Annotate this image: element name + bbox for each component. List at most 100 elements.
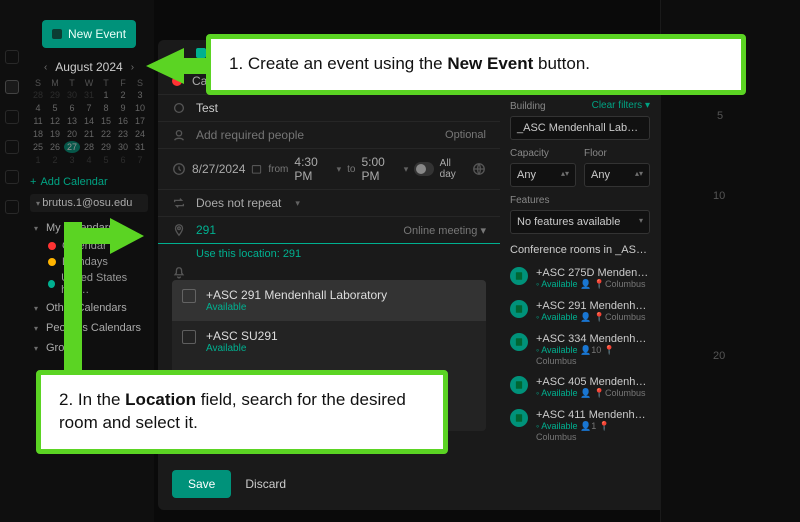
conference-room[interactable]: +ASC 334 Mendenhall Laborato◦ Available … xyxy=(510,328,650,371)
location-suggestion[interactable]: +ASC SU291Available xyxy=(172,321,486,362)
mini-day[interactable]: 13 xyxy=(64,115,80,127)
conference-room[interactable]: +ASC 291 Mendenhall Laborato◦ Available … xyxy=(510,295,650,328)
mini-day[interactable]: 6 xyxy=(64,102,80,114)
title-icon xyxy=(172,101,186,115)
people-icon[interactable] xyxy=(5,110,19,124)
features-select[interactable]: No features available ▾ xyxy=(510,210,650,234)
room-icon xyxy=(182,330,196,344)
mini-day[interactable]: 4 xyxy=(30,102,46,114)
capacity-label: Capacity xyxy=(510,148,576,159)
conference-room[interactable]: +ASC 275D Mendenhall Laborat◦ Available … xyxy=(510,262,650,295)
mini-day[interactable]: 5 xyxy=(98,154,114,166)
people-input[interactable] xyxy=(196,128,435,142)
mini-day[interactable]: 3 xyxy=(132,89,148,101)
mini-day[interactable]: 7 xyxy=(81,102,97,114)
mini-day[interactable]: 3 xyxy=(64,154,80,166)
mini-day[interactable]: 11 xyxy=(30,115,46,127)
mini-day[interactable]: 12 xyxy=(47,115,63,127)
floor-select[interactable]: Any ▴▾ xyxy=(584,163,650,187)
mini-day[interactable]: 29 xyxy=(98,141,114,153)
tree-group[interactable]: ▾Groups xyxy=(30,338,148,358)
tree-calendar[interactable]: United States holi… xyxy=(30,270,148,298)
mini-day[interactable]: 14 xyxy=(81,115,97,127)
add-calendar-button[interactable]: + Add Calendar xyxy=(30,176,148,188)
tree-group[interactable]: ▾Other Calendars xyxy=(30,298,148,318)
mini-day[interactable]: 24 xyxy=(132,128,148,140)
online-meeting-toggle[interactable]: Online meeting ▾ xyxy=(403,224,486,237)
mini-day[interactable]: 15 xyxy=(98,115,114,127)
mini-day[interactable]: 27 xyxy=(64,141,80,153)
location-hint[interactable]: Use this location: 291 xyxy=(158,244,500,266)
room-icon xyxy=(510,376,528,394)
repeat-row[interactable]: Does not repeat ▾ xyxy=(158,190,500,217)
mini-day[interactable]: 25 xyxy=(30,141,46,153)
mini-day[interactable]: 9 xyxy=(115,102,131,114)
mini-day[interactable]: 4 xyxy=(81,154,97,166)
callout-arrow-2-head xyxy=(110,218,144,254)
mini-day[interactable]: 5 xyxy=(47,102,63,114)
conference-rooms-header: Conference rooms in _ASC Mend… xyxy=(510,244,650,256)
mini-day[interactable]: 20 xyxy=(64,128,80,140)
mini-calendar[interactable]: SMTWTFS282930311234567891011121314151617… xyxy=(30,78,148,166)
mini-day[interactable]: 26 xyxy=(47,141,63,153)
busy-color-icon xyxy=(196,48,206,58)
mini-day[interactable]: 2 xyxy=(47,154,63,166)
mini-day[interactable]: 1 xyxy=(30,154,46,166)
capacity-select[interactable]: Any ▴▾ xyxy=(510,163,576,187)
mini-day[interactable]: 29 xyxy=(47,89,63,101)
todo-icon[interactable] xyxy=(5,170,19,184)
timezone-icon[interactable] xyxy=(472,162,486,176)
title-input[interactable] xyxy=(196,101,486,115)
tree-group[interactable]: ▾People's Calendars xyxy=(30,318,148,338)
mini-day[interactable]: 7 xyxy=(132,154,148,166)
mini-day[interactable]: 28 xyxy=(30,89,46,101)
new-event-button[interactable]: New Event xyxy=(42,20,136,48)
mini-day[interactable]: 30 xyxy=(64,89,80,101)
mini-day[interactable]: 2 xyxy=(115,89,131,101)
mini-day[interactable]: 23 xyxy=(115,128,131,140)
end-time-field[interactable]: 5:00 PM xyxy=(361,155,397,183)
mini-day[interactable]: 6 xyxy=(115,154,131,166)
date-field[interactable]: 8/27/2024 xyxy=(192,162,245,176)
mini-day[interactable]: 30 xyxy=(115,141,131,153)
mini-day[interactable]: 17 xyxy=(132,115,148,127)
mini-day[interactable]: 22 xyxy=(98,128,114,140)
next-month-button[interactable]: › xyxy=(131,62,134,73)
location-suggestion[interactable]: +ASC 291 Mendenhall LaboratoryAvailable xyxy=(172,280,486,321)
mini-day[interactable]: 31 xyxy=(81,89,97,101)
features-label: Features xyxy=(510,195,650,206)
building-select[interactable]: _ASC Mendenhall Laboratory Room xyxy=(510,116,650,140)
files-icon[interactable] xyxy=(5,140,19,154)
bell-icon xyxy=(172,266,186,280)
calendar-icon[interactable] xyxy=(5,80,19,94)
discard-button[interactable]: Discard xyxy=(245,477,286,491)
mini-day[interactable]: 28 xyxy=(81,141,97,153)
save-button[interactable]: Save xyxy=(172,470,231,498)
all-day-toggle[interactable] xyxy=(414,162,433,176)
prev-month-button[interactable]: ‹ xyxy=(44,62,47,73)
mini-day[interactable]: 21 xyxy=(81,128,97,140)
mini-day[interactable]: 19 xyxy=(47,128,63,140)
more-icon[interactable] xyxy=(5,200,19,214)
mini-day[interactable]: 10 xyxy=(132,102,148,114)
mini-day[interactable]: 16 xyxy=(115,115,131,127)
mini-day[interactable]: 18 xyxy=(30,128,46,140)
account-dropdown[interactable]: ▾ brutus.1@osu.edu xyxy=(30,194,148,212)
tree-calendar[interactable]: Birthdays xyxy=(30,254,148,270)
all-day-label: All day xyxy=(440,158,464,180)
plus-icon: + xyxy=(30,176,36,188)
mail-icon[interactable] xyxy=(5,50,19,64)
repeat-icon xyxy=(172,196,186,210)
conference-room[interactable]: +ASC 405 Mendenhall Laborato◦ Available … xyxy=(510,371,650,404)
account-label: brutus.1@osu.edu xyxy=(42,197,132,209)
location-input[interactable] xyxy=(196,223,393,237)
mini-day[interactable]: 8 xyxy=(98,102,114,114)
optional-button[interactable]: Optional xyxy=(445,129,486,141)
conference-room[interactable]: +ASC 411 Mendenhall Lab◦ Available 👤1 📍C… xyxy=(510,404,650,447)
start-time-field[interactable]: 4:30 PM xyxy=(294,155,330,183)
mini-day[interactable]: 1 xyxy=(98,89,114,101)
clear-filters-button[interactable]: Clear filters ▾ xyxy=(592,100,650,111)
reminder-row xyxy=(158,266,500,280)
room-icon xyxy=(510,300,528,318)
mini-day[interactable]: 31 xyxy=(132,141,148,153)
